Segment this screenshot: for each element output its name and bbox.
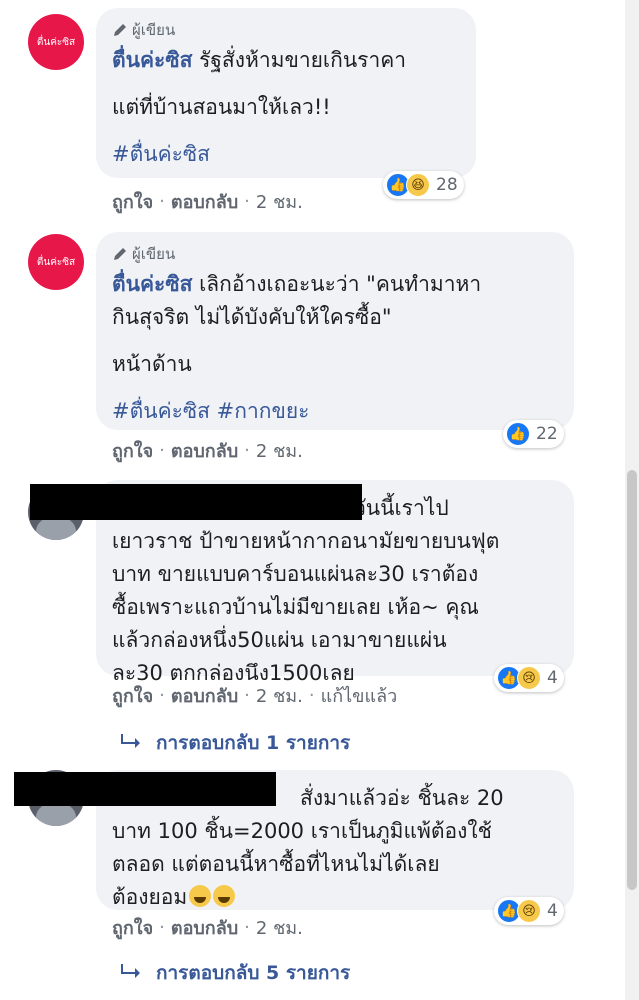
comment-line: เลิกอ้างเถอะนะว่า "คนทำมาหา [192,272,482,296]
separator: · [308,685,315,706]
scrollbar-thumb[interactable] [627,470,637,890]
separator: · [244,191,250,212]
edited-label[interactable]: แก้ไขแล้ว [321,681,398,710]
redaction-box [30,484,362,520]
comment-actions: ถูกใจ · ตอบกลับ · 2 ชม. [112,187,303,216]
view-replies-link[interactable]: การตอบกลับ 1 รายการ [120,728,350,758]
reaction-count: 22 [536,424,558,444]
comment-text: ตื่นค่ะซิส รัฐสั่งห้ามขายเกินราคา [112,44,460,77]
author-badge: ผู้เขียน [112,242,558,266]
like-button[interactable]: ถูกใจ [112,681,153,710]
author-avatar[interactable]: ตื่นค่ะซิส [28,234,84,290]
comment-line: แล้วกล่องหนึ่ง50แผ่น เอามาขายแผ่น [112,628,447,652]
timestamp[interactable]: 2 ชม. [256,913,303,942]
comment-text: ตื่นค่ะซิส เลิกอ้างเถอะนะว่า "คนทำมาหา [112,268,558,301]
timestamp[interactable]: 2 ชม. [256,436,303,465]
commenter-name[interactable]: ตื่นค่ะซิส [112,272,192,296]
author-badge-label: ผู้เขียน [132,21,176,39]
avatar-label: ตื่นค่ะซิส [36,256,76,268]
scrollbar-track[interactable] [625,0,639,1000]
haha-icon: 😆 [406,173,430,197]
reaction-summary[interactable]: 👍 😢 4 [494,897,564,925]
comment-line: บาท 100 ชิ้น=2000 เราเป็นภูมิแพ้ต้องใช้ [112,819,492,843]
comment-actions: ถูกใจ · ตอบกลับ · 2 ชม. [112,436,303,465]
reply-button[interactable]: ตอบกลับ [171,681,238,710]
view-replies-link[interactable]: การตอบกลับ 5 รายการ [120,958,350,988]
comment-line: ตลอด แต่ตอนนี้หาซื้อที่ไหนไม่ได้เลย [112,852,440,876]
comment-line: หน้าด้าน [112,352,192,376]
separator: · [244,917,250,938]
reply-button[interactable]: ตอบกลับ [171,187,238,216]
author-badge-label: ผู้เขียน [132,245,176,263]
reply-arrow-icon [120,962,142,985]
like-button[interactable]: ถูกใจ [112,187,153,216]
separator: · [159,685,165,706]
reply-arrow-icon [120,732,142,755]
comment-text: ต้องยอม [112,881,558,914]
view-replies-label[interactable]: การตอบกลับ 5 รายการ [156,958,350,988]
comment-line: กินสุจริต ไม่ได้บังคับให้ใครซื้อ" [112,305,392,329]
comment-line: ต้องยอม [112,885,188,909]
author-avatar[interactable]: ตื่นค่ะซิส [28,14,84,70]
hashtag[interactable]: #ตื่นค่ะซิส [112,138,460,171]
comment-line: แต่ที่บ้านสอนมาให้เลว!! [112,95,331,119]
reaction-summary[interactable]: 👍 😆 28 [383,171,464,199]
crying-face-icon [189,885,212,907]
pencil-icon [112,22,128,38]
crying-face-icon [213,885,236,907]
comment-line: บาท ขายแบบคาร์บอนแผ่นละ30 เราต้อง [112,562,479,586]
reaction-count: 4 [547,668,558,688]
redaction-box [14,772,276,806]
comment-bubble: ผู้เขียน ตื่นค่ะซิส เลิกอ้างเถอะนะว่า "ค… [96,232,574,430]
separator: · [159,191,165,212]
like-button[interactable]: ถูกใจ [112,436,153,465]
author-badge: ผู้เขียน [112,18,460,42]
view-replies-label[interactable]: การตอบกลับ 1 รายการ [156,728,350,758]
reply-button[interactable]: ตอบกลับ [171,436,238,465]
like-icon: 👍 [506,422,530,446]
avatar-label: ตื่นค่ะซิส [36,36,76,48]
reaction-count: 4 [547,901,558,921]
reply-button[interactable]: ตอบกลับ [171,913,238,942]
hashtag[interactable]: #ตื่นค่ะซิส #กากขยะ [112,395,558,428]
timestamp[interactable]: 2 ชม. [256,187,303,216]
comment-line: เยาวราช ป้าขายหน้ากากอนามัยขายบนฟุต [112,529,500,553]
comment-line: ซื้อเพราะแถวบ้านไม่มีขายเลย เห้อ~ คุณ [112,595,479,619]
pencil-icon [112,246,128,262]
separator: · [244,685,250,706]
comment-line: รัฐสั่งห้ามขายเกินราคา [192,48,407,72]
timestamp[interactable]: 2 ชม. [256,681,303,710]
separator: · [159,440,165,461]
comment-actions: ถูกใจ · ตอบกลับ · 2 ชม. · แก้ไขแล้ว [112,681,397,710]
reaction-summary[interactable]: 👍 😢 4 [494,664,564,692]
comment-bubble: ผู้เขียน ตื่นค่ะซิส รัฐสั่งห้ามขายเกินรา… [96,8,476,178]
reaction-count: 28 [436,175,458,195]
reaction-summary[interactable]: 👍 22 [503,420,564,448]
comment-actions: ถูกใจ · ตอบกลับ · 2 ชม. [112,913,303,942]
separator: · [244,440,250,461]
like-button[interactable]: ถูกใจ [112,913,153,942]
sad-icon: 😢 [517,666,541,690]
separator: · [159,917,165,938]
sad-icon: 😢 [517,899,541,923]
commenter-name[interactable]: ตื่นค่ะซิส [112,48,192,72]
